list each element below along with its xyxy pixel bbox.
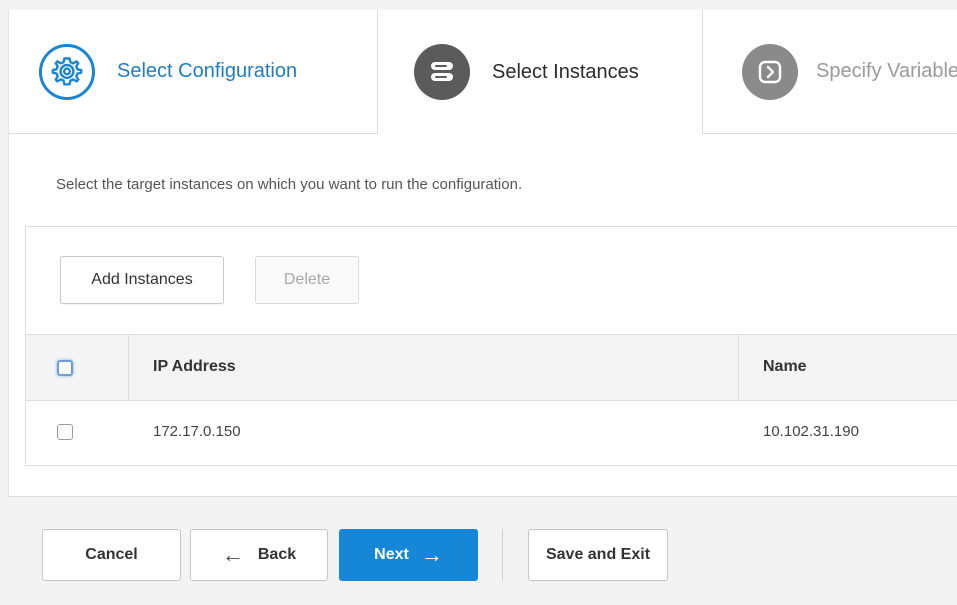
wizard-steps: Select Configuration Select Instances Sp…: [9, 10, 957, 134]
table-row[interactable]: 172.17.0.150 10.102.31.190: [26, 401, 957, 465]
instances-grid: Add Instances Delete IP Address Name 172…: [25, 226, 957, 466]
delete-button[interactable]: Delete: [255, 256, 359, 304]
arrow-right-icon: →: [420, 542, 443, 567]
cancel-button[interactable]: Cancel: [42, 529, 181, 581]
page-description: Select the target instances on which you…: [56, 176, 523, 193]
back-button[interactable]: ← Back: [190, 529, 328, 581]
step-select-instances[interactable]: Select Instances: [377, 10, 703, 134]
arrow-left-icon: ←: [221, 542, 244, 567]
next-button[interactable]: Next →: [339, 529, 478, 581]
cell-ip-address: 172.17.0.150: [153, 423, 241, 440]
step-select-configuration[interactable]: Select Configuration: [9, 10, 377, 134]
next-label: Next: [374, 546, 409, 563]
row-checkbox[interactable]: [57, 424, 73, 440]
step-label: Select Configuration: [117, 60, 298, 82]
back-label: Back: [257, 546, 297, 563]
add-instances-button[interactable]: Add Instances: [60, 256, 224, 304]
server-icon: [414, 44, 470, 100]
table-header: IP Address Name: [26, 334, 957, 401]
step-label: Select Instances: [492, 60, 639, 83]
column-header-name[interactable]: Name: [763, 358, 807, 376]
chevron-right-icon: [742, 43, 798, 100]
column-divider: [738, 335, 739, 401]
save-label: Save and Exit: [545, 546, 651, 563]
footer-divider: [502, 529, 503, 581]
column-divider: [128, 335, 129, 401]
column-header-ip-address[interactable]: IP Address: [153, 358, 236, 376]
wizard-footer: Cancel ← Back Next → Save and Exit: [8, 496, 957, 605]
save-and-exit-button[interactable]: Save and Exit: [528, 529, 668, 581]
cancel-label: Cancel: [85, 546, 138, 563]
step-specify-variables[interactable]: Specify Variable: [703, 10, 957, 134]
step-label: Specify Variable: [816, 60, 957, 82]
top-strip: [0, 0, 957, 10]
gear-icon: [39, 43, 95, 100]
select-all-checkbox[interactable]: [57, 360, 73, 376]
wizard-panel: Select Configuration Select Instances Sp…: [8, 10, 957, 496]
cell-name: 10.102.31.190: [763, 423, 859, 440]
